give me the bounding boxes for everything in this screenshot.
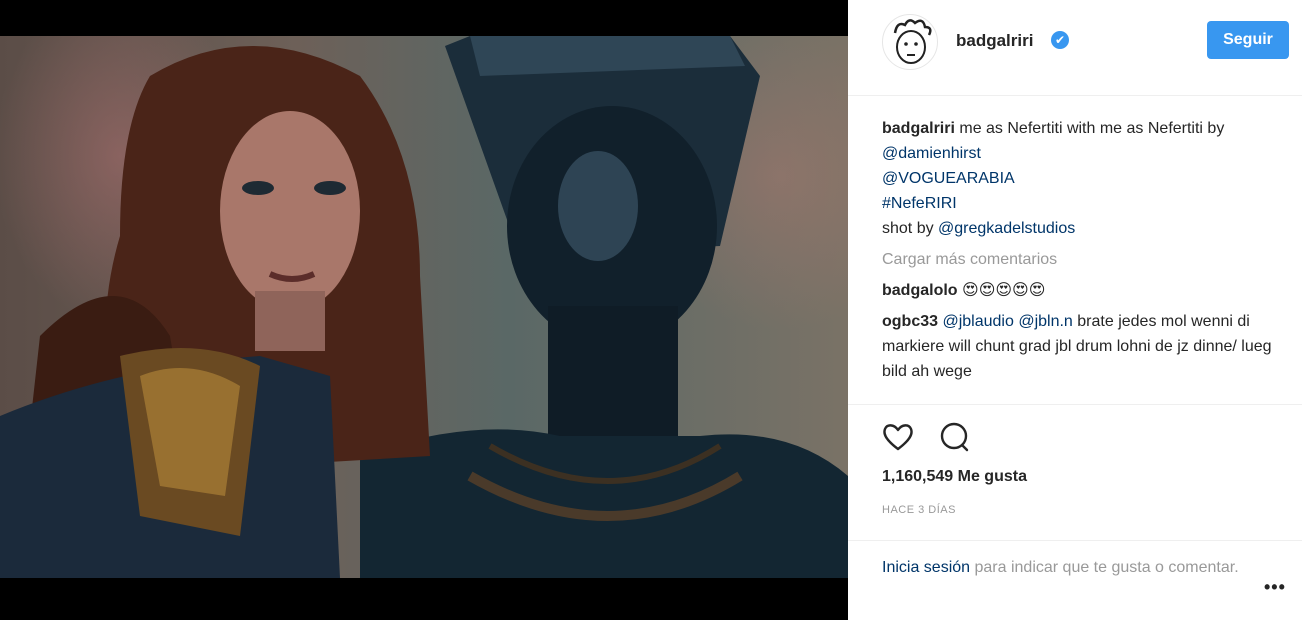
login-link[interactable]: Inicia sesión — [882, 559, 970, 576]
post-details-panel: badgalriri ✔ Seguir badgalriri me as Nef… — [848, 0, 1302, 620]
post-media — [0, 0, 848, 620]
post-image-art — [0, 36, 848, 578]
post-image[interactable] — [0, 36, 848, 578]
post-timestamp: HACE 3 DÍAS — [882, 504, 956, 516]
load-more-comments-link[interactable]: Cargar más comentarios — [882, 247, 1282, 272]
heart-icon[interactable] — [880, 419, 916, 455]
hashtag-link[interactable]: #NefeRIRI — [882, 195, 957, 212]
mention-link[interactable]: @VOGUEARABIA — [882, 170, 1015, 187]
comment-item: badgalolo 😍😍😍😍😍 — [882, 278, 1282, 303]
comments-list: badgalriri me as Nefertiti with me as Ne… — [882, 116, 1282, 390]
mention-link[interactable]: @jbln.n — [1018, 313, 1073, 330]
follow-button[interactable]: Seguir — [1207, 21, 1289, 59]
caption-text-1: me as Nefertiti with me as Nefertiti by — [959, 120, 1225, 137]
avatar-doodle-icon — [893, 19, 932, 64]
login-prompt-suffix: para indicar que te gusta o comentar. — [970, 559, 1239, 576]
caption-text-2: shot by — [882, 220, 939, 237]
mention-link[interactable]: @gregkadelstudios — [938, 220, 1075, 237]
comment-text: brate jedes mol wenni di markiere will c… — [882, 313, 1272, 380]
more-options-icon[interactable]: ••• — [1264, 577, 1286, 598]
comment-username[interactable]: badgalolo — [882, 282, 958, 299]
login-prompt: Inicia sesión para indicar que te gusta … — [848, 540, 1302, 620]
comment-username[interactable]: ogbc33 — [882, 313, 938, 330]
username[interactable]: badgalriri — [956, 31, 1033, 51]
mention-link[interactable]: @jblaudio — [942, 313, 1013, 330]
caption: badgalriri me as Nefertiti with me as Ne… — [882, 116, 1282, 241]
caption-username[interactable]: badgalriri — [882, 120, 955, 137]
likes-count[interactable]: 1,160,549 Me gusta — [882, 468, 1027, 486]
comment-icon[interactable] — [936, 419, 972, 455]
mention-link[interactable]: @damienhirst — [882, 145, 981, 162]
post-header: badgalriri ✔ Seguir — [848, 0, 1302, 96]
login-prompt-text: Inicia sesión para indicar que te gusta … — [882, 555, 1242, 581]
verified-badge-icon: ✔ — [1051, 31, 1069, 49]
comment-item: ogbc33 @jblaudio @jbln.n brate jedes mol… — [882, 309, 1282, 384]
avatar[interactable] — [882, 14, 938, 70]
comment-text: 😍😍😍😍😍 — [962, 282, 1046, 299]
action-bar — [848, 404, 1302, 452]
